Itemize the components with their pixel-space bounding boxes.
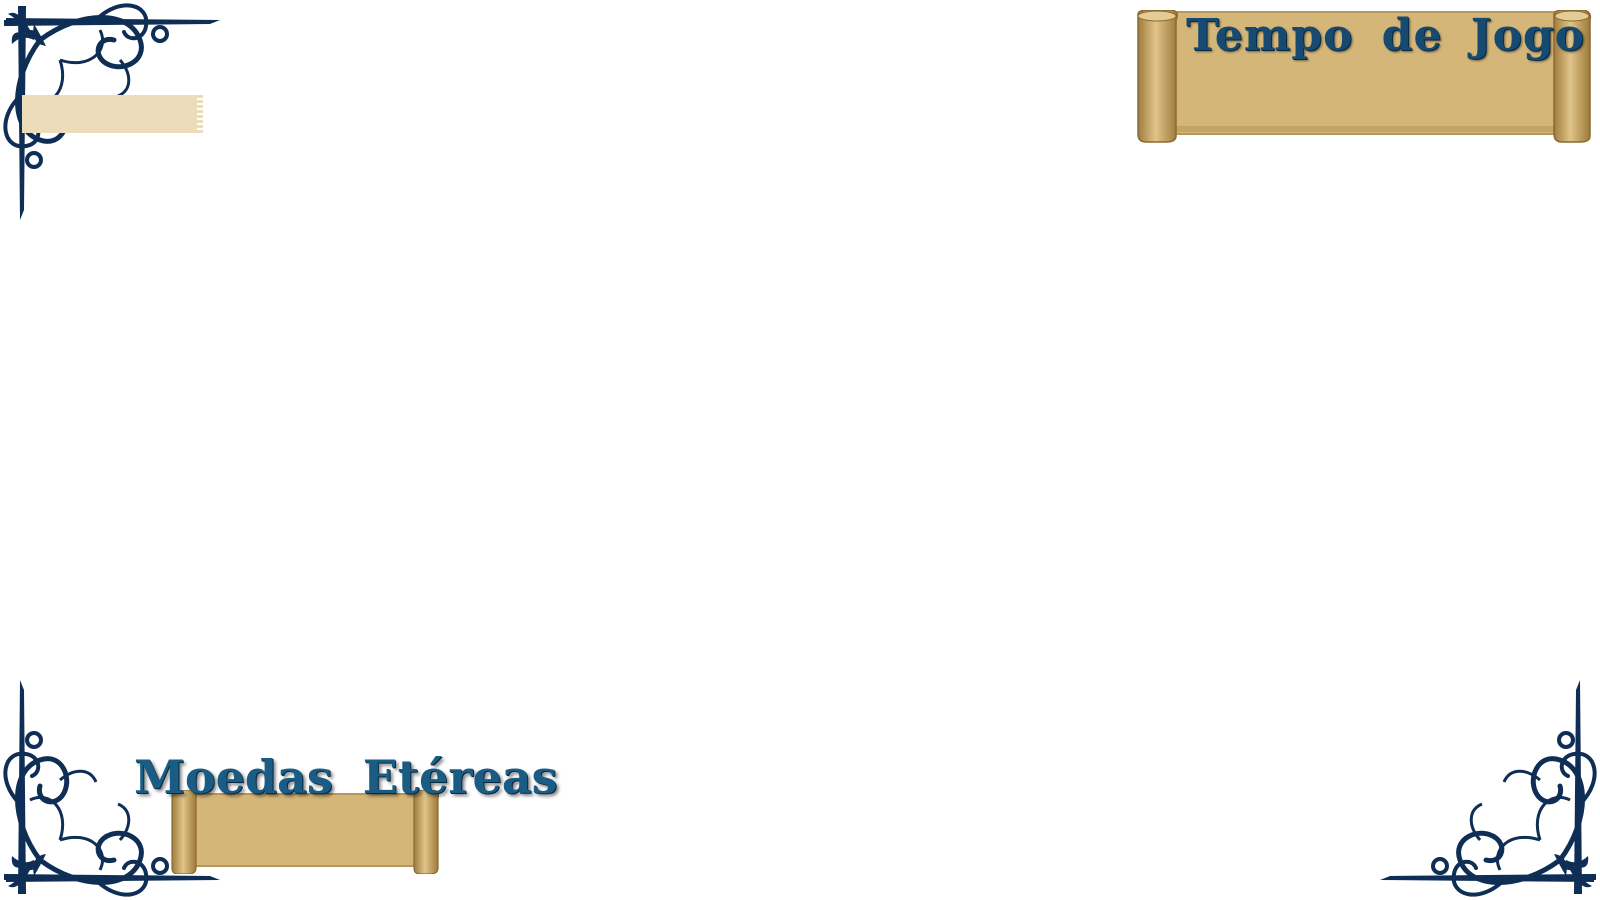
ethereal-coins-label: Moedas Etéreas: [134, 750, 558, 804]
play-time-label: Tempo de Jogo: [1186, 10, 1586, 61]
top-left-slot: [22, 95, 203, 133]
play-time-panel: Tempo de Jogo: [1136, 10, 1592, 144]
ornament-corner-bottom-right-icon: [1378, 678, 1600, 900]
ethereal-coins-panel: Moedas Etéreas: [130, 750, 558, 875]
